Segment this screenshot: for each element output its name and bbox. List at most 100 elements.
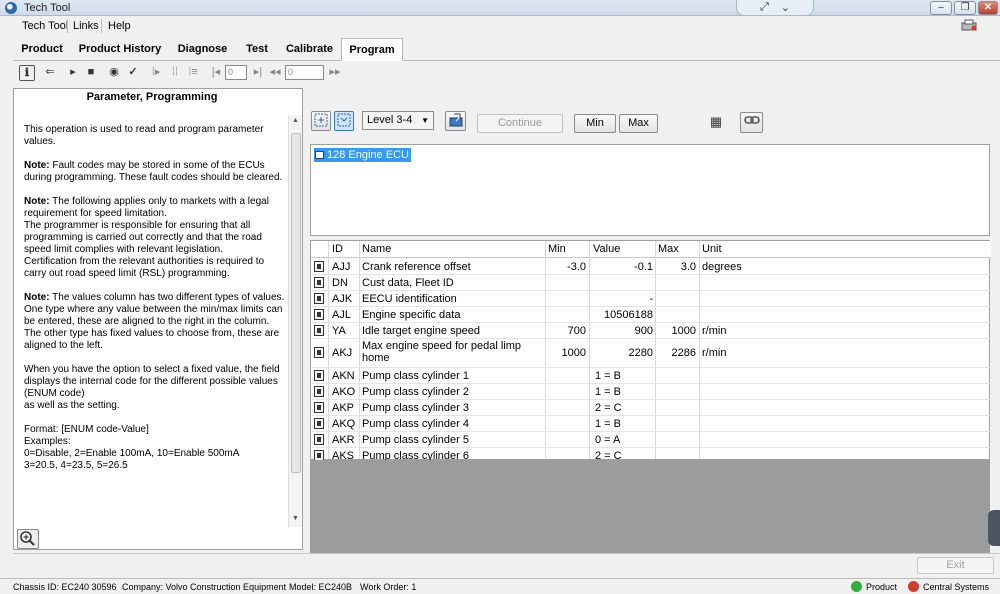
load-button[interactable]	[445, 111, 466, 131]
table-row[interactable]: DN Cust data, Fleet ID	[311, 275, 991, 291]
collapse-tree-button[interactable]	[311, 111, 331, 131]
play-icon[interactable]: ▸	[68, 65, 78, 79]
scroll-down-icon[interactable]: ▼	[292, 515, 299, 522]
checkmark-icon[interactable]: ✓	[126, 65, 140, 79]
tab-test[interactable]: Test	[236, 38, 278, 61]
note-label: Note:	[24, 292, 50, 303]
max-button[interactable]: Max	[619, 114, 658, 133]
ecu-list: 128 Engine ECU	[310, 144, 990, 236]
link-button[interactable]	[740, 112, 763, 133]
restore-button[interactable]: ❐	[954, 1, 976, 15]
table-row[interactable]: AJL Engine specific data 10506188	[311, 307, 991, 323]
cell-id: AKQ	[332, 418, 356, 430]
cell-id: AKO	[332, 386, 356, 398]
col-id-header[interactable]: ID	[332, 243, 343, 255]
cell-name: Idle target engine speed	[362, 325, 481, 337]
tab-product-history[interactable]: Product History	[71, 38, 169, 61]
cell-value[interactable]: 1 = B	[595, 386, 655, 398]
chevron-down-icon[interactable]: ⌄	[781, 1, 790, 14]
table-row[interactable]: AKR Pump class cylinder 5 0 = A	[311, 432, 991, 448]
tab-diagnose[interactable]: Diagnose	[169, 38, 236, 61]
parameter-icon	[314, 293, 324, 304]
bottom-button-bar: Exit	[13, 553, 1000, 576]
cell-name: Pump class cylinder 1	[362, 370, 469, 382]
table-row[interactable]: YA Idle target engine speed 700 900 1000 r/mi…	[311, 323, 991, 339]
table-row[interactable]: AKO Pump class cylinder 2 1 = B	[311, 384, 991, 400]
cell-value[interactable]: 0 = A	[595, 434, 655, 446]
table-row[interactable]: AKQ Pump class cylinder 4 1 = B	[311, 416, 991, 432]
scroll-up-icon[interactable]: ▲	[292, 117, 299, 124]
page-number-input[interactable]: 0	[225, 65, 247, 80]
menu-links[interactable]: Links	[73, 20, 99, 32]
cell-name: Pump class cylinder 4	[362, 418, 469, 430]
next-page-icon[interactable]: ▸|	[253, 65, 263, 79]
menu-help[interactable]: Help	[108, 20, 131, 32]
stop-icon[interactable]: ■	[85, 65, 97, 79]
cell-value[interactable]: 10506188	[593, 309, 653, 321]
fast-forward-icon[interactable]: ▸▸	[329, 65, 341, 79]
eye-icon[interactable]: ◉	[106, 65, 122, 79]
parameter-icon	[314, 434, 324, 445]
table-icon[interactable]: ▦	[709, 115, 723, 131]
help-paragraph-text: The following applies only to markets wi…	[24, 196, 269, 279]
help-paragraph-text: Fault codes may be stored in some of the…	[24, 160, 283, 183]
table-row[interactable]: AKP Pump class cylinder 3 2 = C	[311, 400, 991, 416]
col-unit-header[interactable]: Unit	[702, 243, 722, 255]
min-button[interactable]: Min	[574, 114, 616, 133]
cell-name: Pump class cylinder 2	[362, 386, 469, 398]
cell-value[interactable]: 900	[593, 325, 653, 337]
table-row[interactable]: AKJ Max engine speed for pedal limp home 1…	[311, 339, 991, 368]
cell-unit: r/min	[702, 347, 727, 359]
cell-value[interactable]: -	[593, 293, 653, 305]
cell-value[interactable]: 2280	[593, 347, 653, 359]
table-row[interactable]: AKN Pump class cylinder 1 1 = B	[311, 368, 991, 384]
chevron-down-icon: ▼	[421, 116, 429, 125]
cell-value[interactable]: 1 = B	[595, 418, 655, 430]
ecu-list-item[interactable]: 128 Engine ECU	[314, 148, 411, 162]
cell-value[interactable]: 2 = C	[595, 402, 655, 414]
step-lines-icon[interactable]: ⁞⁞	[168, 65, 182, 79]
tab-product[interactable]: Product	[13, 38, 71, 61]
load-file-icon	[449, 113, 462, 127]
level-select[interactable]: Level 3-4 ▼	[362, 111, 434, 130]
menu-bar: Tech Tool Links Help	[0, 17, 1000, 36]
first-page-icon[interactable]: |◂	[210, 65, 222, 79]
close-button[interactable]: ✕	[978, 1, 998, 15]
continue-button[interactable]: Continue	[477, 114, 563, 133]
step-list-icon[interactable]: ⁞≡	[186, 65, 200, 79]
help-paragraph: Note: The values column has two differen…	[24, 292, 286, 352]
table-row[interactable]: AJK EECU identification -	[311, 291, 991, 307]
expand-tree-button[interactable]	[334, 111, 354, 131]
menu-separator	[101, 19, 102, 33]
parameter-icon	[314, 261, 324, 272]
rewind-icon[interactable]: ◂◂	[269, 65, 281, 79]
info-icon[interactable]: ℹ	[19, 65, 35, 81]
table-row[interactable]: AJJ Crank reference offset -3.0 -0.1 3.0 degr…	[311, 259, 991, 275]
col-max-header[interactable]: Max	[658, 243, 679, 255]
central-systems-label[interactable]: Central Systems	[923, 582, 989, 592]
menu-tech-tool[interactable]: Tech Tool	[22, 20, 68, 32]
col-value-header[interactable]: Value	[593, 243, 620, 255]
tab-program[interactable]: Program	[341, 38, 403, 61]
expand-icon[interactable]: ⤢	[760, 1, 769, 14]
help-scrollbar[interactable]: ▲ ▼	[288, 115, 302, 527]
minimize-button[interactable]: –	[930, 1, 952, 15]
zoom-button[interactable]	[17, 529, 39, 549]
cell-value[interactable]: 1 = B	[595, 370, 655, 382]
help-paragraph: Format: [ENUM code-Value] Examples: 0=Di…	[24, 424, 286, 472]
cell-value[interactable]: -0.1	[593, 261, 653, 273]
back-arrow-icon[interactable]: ⇐	[43, 65, 57, 79]
step-forward-icon[interactable]: ⁞▸	[149, 65, 163, 79]
side-panel-handle[interactable]	[988, 510, 1000, 546]
cell-name: Cust data, Fleet ID	[362, 277, 454, 289]
scrollbar-thumb[interactable]	[291, 133, 301, 473]
tab-calibrate[interactable]: Calibrate	[278, 38, 341, 61]
col-min-header[interactable]: Min	[548, 243, 566, 255]
exit-button[interactable]: Exit	[917, 557, 994, 574]
window-grip[interactable]: ⤢ ⌄	[736, 0, 814, 16]
product-status-label[interactable]: Product	[866, 582, 897, 592]
step-number-input[interactable]: 0	[285, 65, 324, 80]
col-name-header[interactable]: Name	[362, 243, 391, 255]
cell-id: AJJ	[332, 261, 351, 273]
print-icon[interactable]	[961, 19, 977, 32]
